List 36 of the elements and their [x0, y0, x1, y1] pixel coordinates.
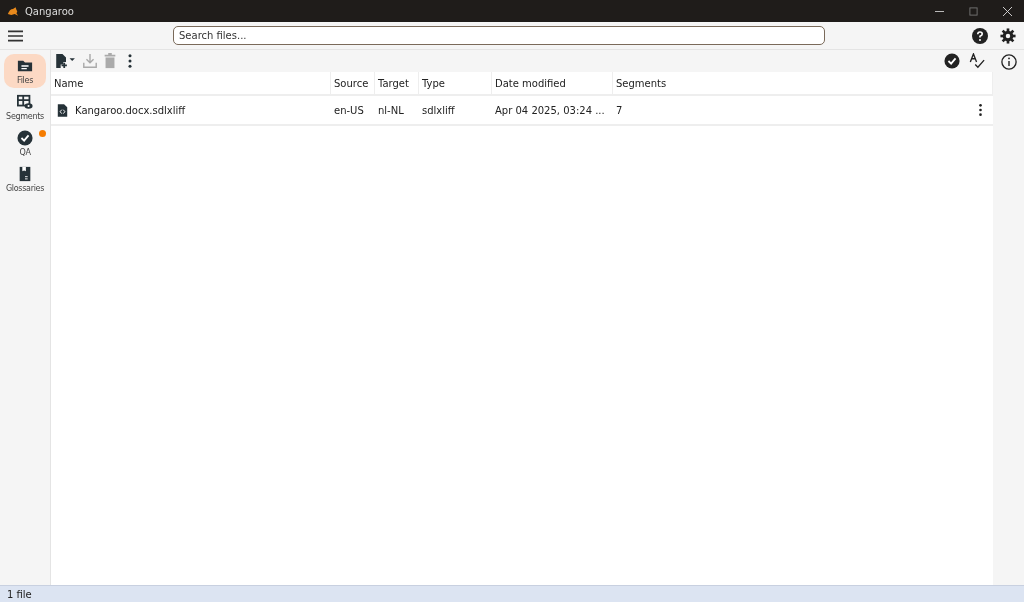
column-header[interactable]: Segments: [613, 72, 993, 94]
close-icon[interactable]: [1003, 6, 1012, 16]
more-icon: [127, 53, 133, 69]
table-cell: Apr 04 2025, 03:24 ...: [495, 104, 605, 116]
nav-item[interactable]: QA: [4, 126, 46, 160]
search-field[interactable]: Search files...: [173, 26, 825, 45]
nav-item[interactable]: Glossaries: [4, 162, 46, 196]
table-cell: sdlxliff: [422, 104, 455, 116]
add-file-icon: [54, 53, 78, 69]
table-eye-icon: [17, 93, 33, 110]
column-header[interactable]: Date modified: [492, 72, 613, 94]
more-icon[interactable]: [978, 103, 983, 117]
column-header[interactable]: Target: [375, 72, 419, 94]
check-circle-icon[interactable]: [944, 53, 960, 69]
check-circle-icon: [17, 129, 33, 146]
column-header[interactable]: Source: [331, 72, 375, 94]
window-title: Qangaroo: [25, 5, 74, 17]
file-count: 1 file: [7, 588, 32, 600]
nav-item[interactable]: Files: [4, 54, 46, 88]
book-icon: [17, 165, 33, 182]
code-file-icon: [57, 102, 68, 118]
column-header[interactable]: Name: [51, 72, 331, 94]
menu-icon[interactable]: [8, 29, 23, 42]
nav-item[interactable]: Segments: [4, 90, 46, 124]
download-icon: [82, 53, 98, 69]
settings-icon[interactable]: [1000, 27, 1016, 44]
table-cell: en-US: [334, 104, 364, 116]
trash-icon: [102, 53, 118, 69]
table-cell: Kangaroo.docx.sdlxliff: [75, 104, 186, 116]
column-header[interactable]: Type: [419, 72, 492, 94]
info-icon[interactable]: [1000, 54, 1017, 70]
table-cell: 7: [616, 104, 623, 116]
spellcheck-icon[interactable]: [969, 53, 985, 69]
table-cell: nl-NL: [378, 104, 404, 116]
help-icon[interactable]: [972, 27, 988, 44]
add-file-button[interactable]: [54, 53, 78, 69]
